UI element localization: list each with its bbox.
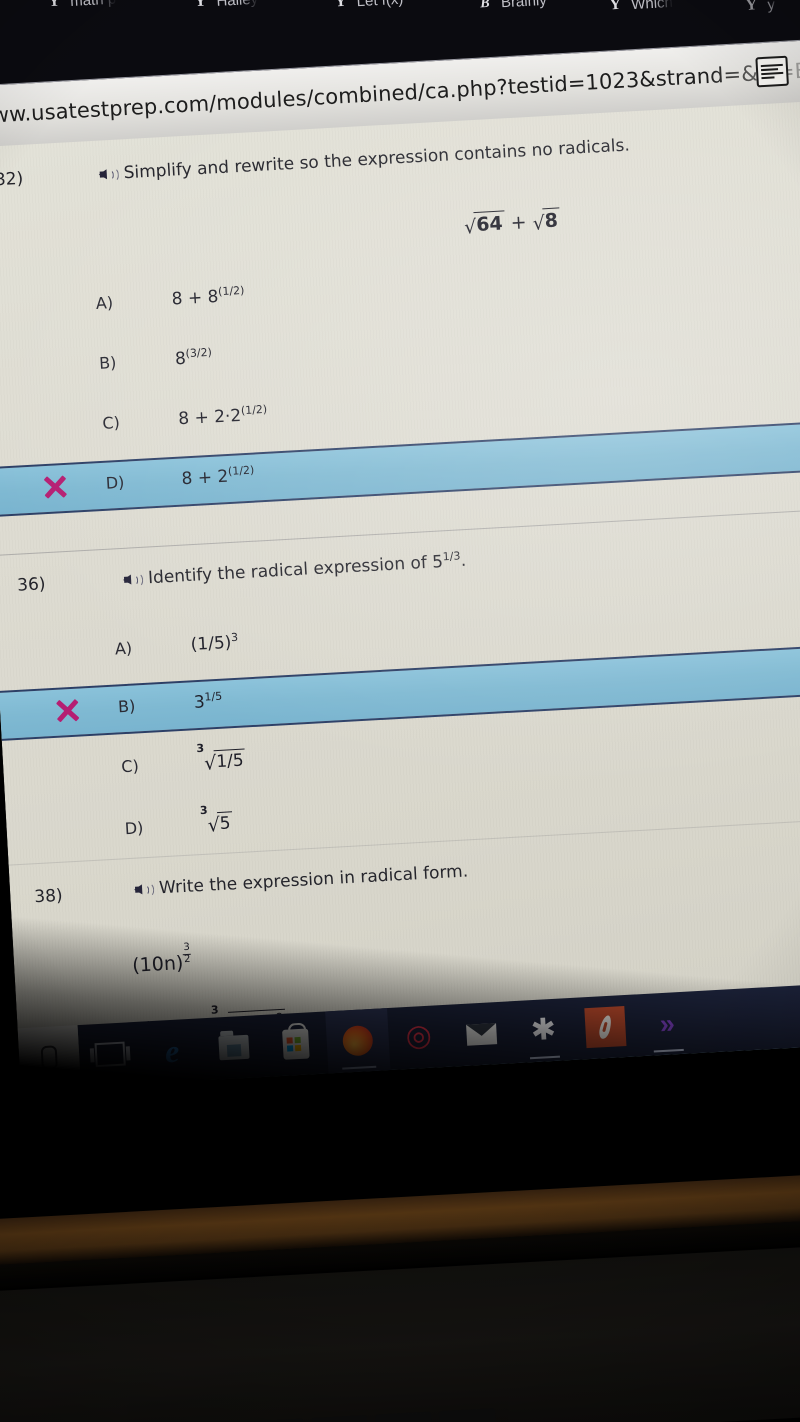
option-text: 3 √5 — [199, 803, 234, 837]
option-text: 31/5 — [193, 689, 223, 713]
option-letter: B) — [117, 696, 136, 717]
brainly-icon: B — [479, 0, 491, 11]
tab-label: Brainly — [500, 0, 548, 12]
task-view-icon[interactable] — [77, 1022, 142, 1087]
radicand-value: 1/5 — [215, 750, 245, 773]
question-stem: Identify the radical expression of 51/3. — [122, 549, 467, 589]
cube-root: 3 √1/5 — [196, 741, 247, 775]
radicand-value: 64 — [475, 212, 504, 236]
question-number: 32) — [0, 168, 24, 191]
yahoo-icon: Y — [745, 0, 758, 14]
tab-label: Which — [630, 0, 674, 13]
root-index: 3 — [210, 1003, 219, 1017]
option-text: 8(3/2) — [174, 345, 213, 370]
option-text: (1/5)3 — [190, 630, 239, 655]
yahoo-icon: Y — [47, 0, 61, 11]
option-letter: D) — [105, 472, 125, 493]
purple-chevron-icon[interactable]: » — [635, 991, 700, 1056]
exponent-fraction: 32 — [182, 941, 192, 965]
speaker-icon[interactable] — [133, 882, 155, 898]
tab-label: y — [766, 0, 776, 14]
wrong-answer-x-icon — [39, 471, 71, 503]
expression-base: (10n) — [131, 952, 184, 977]
question-stem: Write the expression in radical form. — [133, 861, 469, 899]
option-text: 8 + 2·2(1/2) — [177, 402, 268, 430]
browser-tab-1[interactable]: Y math p — [47, 0, 117, 11]
question-expression: √64 + √8 — [463, 207, 561, 239]
firefox-icon[interactable] — [325, 1008, 391, 1074]
question-expression: (10n) 3 2 — [131, 941, 192, 977]
edge-browser-icon[interactable]: e — [139, 1018, 204, 1083]
speaker-icon[interactable] — [122, 572, 144, 588]
speaker-icon[interactable] — [98, 167, 120, 183]
tab-label: Let f(x) — [356, 0, 404, 10]
root-index: 3 — [196, 741, 205, 756]
opera-icon[interactable]: ◎ — [387, 1005, 452, 1070]
microphone-cortana-icon[interactable] — [40, 1045, 58, 1071]
option-letter: C) — [120, 756, 140, 777]
root-index: 3 — [199, 803, 208, 818]
option-letter: B) — [98, 352, 117, 373]
option-text: 8 + 8(1/2) — [171, 283, 245, 310]
question-number: 36) — [16, 574, 47, 596]
browser-window: Y ch s Y math p Y Hailey Y Let f(x) B Br… — [0, 0, 800, 1091]
yahoo-icon: Y — [334, 0, 347, 11]
sqrt-8: √8 — [532, 207, 561, 235]
reader-mode-icon[interactable] — [755, 55, 789, 88]
tab-label: math p — [70, 0, 117, 9]
browser-tab-5[interactable]: Y Which — [608, 0, 674, 14]
mail-icon[interactable] — [449, 1001, 514, 1066]
microsoft-store-icon[interactable] — [263, 1011, 328, 1076]
red-leaf-icon[interactable] — [573, 994, 638, 1059]
option-letter: C) — [101, 412, 121, 433]
fraction-numerator: 3 — [182, 941, 192, 955]
laptop-screen-photo: Y ch s Y math p Y Hailey Y Let f(x) B Br… — [0, 0, 800, 1422]
question-stem-text: Simplify and rewrite so the expression c… — [123, 135, 631, 184]
cortana-search-area[interactable] — [17, 1025, 81, 1091]
browser-tab-3[interactable]: Y Let f(x) — [333, 0, 404, 11]
option-text: 3 √1/5 — [196, 741, 247, 775]
tab-label: Hailey — [216, 0, 259, 9]
question-stem: Simplify and rewrite so the expression c… — [98, 135, 630, 184]
file-explorer-icon[interactable] — [201, 1015, 266, 1080]
fraction-denominator: 2 — [183, 953, 191, 965]
plus-sign: + — [510, 211, 528, 235]
browser-tab-2[interactable]: Y Hailey — [193, 0, 259, 11]
browser-tab-6[interactable]: Y y — [744, 0, 775, 15]
question-stem-text: Identify the radical expression of 5 — [147, 552, 444, 589]
yahoo-icon: Y — [194, 0, 207, 11]
laptop-deck — [0, 1098, 800, 1422]
wrong-answer-x-icon — [51, 694, 83, 726]
option-text: 8 + 2(1/2) — [181, 463, 255, 490]
star-burst-icon[interactable]: ✱ — [511, 998, 576, 1063]
sqrt-64: √64 — [463, 210, 506, 239]
cube-root: 3 √5 — [199, 803, 234, 837]
option-letter: A) — [95, 293, 114, 314]
stem-tail: . — [460, 550, 467, 572]
radicand-value: 5 — [219, 813, 232, 834]
browser-tab-4[interactable]: B Brainly — [478, 0, 548, 13]
quiz-page: 32) Simplify and rewrite so the expressi… — [0, 99, 800, 1091]
option-letter: D) — [124, 818, 144, 839]
yahoo-icon: Y — [608, 0, 622, 14]
option-letter: A) — [114, 638, 133, 659]
question-number: 38) — [33, 885, 64, 908]
question-stem-text: Write the expression in radical form. — [158, 861, 469, 899]
question-divider — [0, 506, 800, 557]
stem-exponent: 1/3 — [442, 549, 461, 564]
radicand-value: 8 — [544, 209, 559, 233]
